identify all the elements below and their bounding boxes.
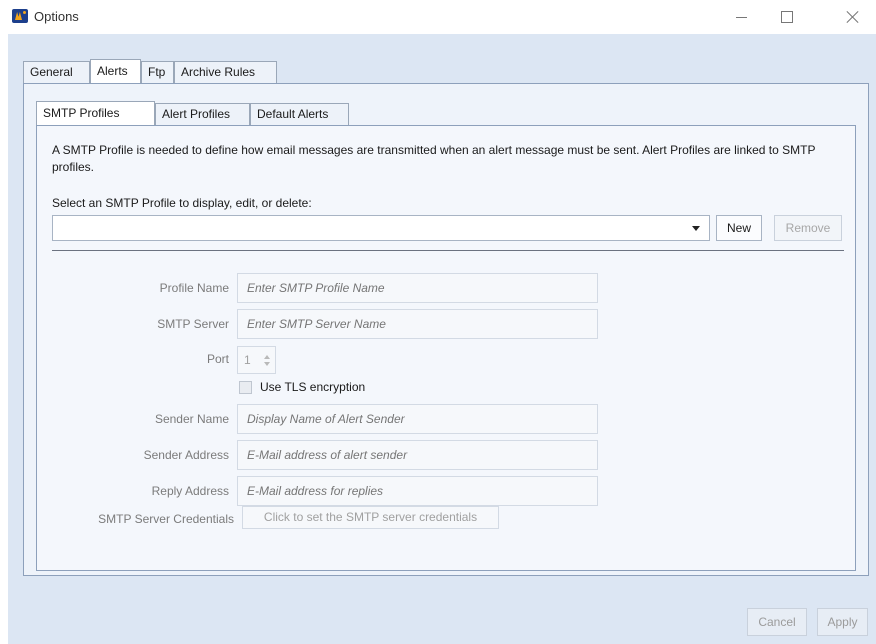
window-title: Options <box>34 9 79 24</box>
smtp-profile-select[interactable] <box>52 215 710 241</box>
tls-checkbox-label[interactable]: Use TLS encryption <box>260 380 365 394</box>
sender-address-label: Sender Address <box>143 448 229 462</box>
close-button[interactable] <box>830 0 876 34</box>
options-dialog-body: General Alerts Ftp Archive Rules SMTP Pr… <box>8 34 876 644</box>
close-icon <box>847 11 859 23</box>
sender-address-input[interactable] <box>237 440 598 470</box>
smtp-credentials-label: SMTP Server Credentials <box>98 512 234 526</box>
smtp-server-label: SMTP Server <box>157 317 229 331</box>
port-label: Port <box>206 352 229 366</box>
smtp-profiles-panel: A SMTP Profile is needed to define how e… <box>36 125 856 571</box>
tab-smtp-profiles[interactable]: SMTP Profiles <box>36 101 155 125</box>
tab-default-alerts[interactable]: Default Alerts <box>250 103 349 125</box>
remove-profile-button[interactable]: Remove <box>774 215 842 241</box>
sender-name-input[interactable] <box>237 404 598 434</box>
tab-ftp[interactable]: Ftp <box>141 61 174 83</box>
alerts-tab-panel: SMTP Profiles Alert Profiles Default Ale… <box>23 83 869 576</box>
chevron-down-icon <box>692 226 700 231</box>
port-value: 1 <box>244 353 251 367</box>
tab-default-alerts-label: Default Alerts <box>257 107 329 121</box>
tab-alerts-label: Alerts <box>97 64 128 78</box>
divider <box>52 250 844 251</box>
minimize-icon <box>735 16 747 18</box>
tls-checkbox[interactable] <box>239 381 252 394</box>
title-bar: Options <box>0 0 876 34</box>
set-credentials-button[interactable]: Click to set the SMTP server credentials <box>242 506 499 529</box>
tab-ftp-label: Ftp <box>148 65 166 79</box>
tab-alert-profiles-label: Alert Profiles <box>162 107 231 121</box>
apply-button[interactable]: Apply <box>817 608 868 636</box>
maximize-button[interactable] <box>764 0 810 34</box>
profile-name-label: Profile Name <box>159 281 229 295</box>
smtp-description: A SMTP Profile is needed to define how e… <box>52 143 816 174</box>
app-logo-icon <box>12 9 28 23</box>
select-profile-label: Select an SMTP Profile to display, edit,… <box>52 196 312 210</box>
tab-archive-rules[interactable]: Archive Rules <box>174 61 277 83</box>
cancel-button[interactable]: Cancel <box>747 608 807 636</box>
minimize-button[interactable] <box>718 0 764 34</box>
tab-general[interactable]: General <box>23 61 90 83</box>
reply-address-label: Reply Address <box>151 484 229 498</box>
maximize-icon <box>781 11 793 23</box>
tab-alerts[interactable]: Alerts <box>90 59 141 83</box>
tab-archive-rules-label: Archive Rules <box>181 65 256 79</box>
tab-smtp-profiles-label: SMTP Profiles <box>43 106 120 120</box>
spin-up-icon[interactable] <box>264 355 270 359</box>
reply-address-input[interactable] <box>237 476 598 506</box>
profile-name-input[interactable] <box>237 273 598 303</box>
tab-general-label: General <box>30 65 73 79</box>
new-profile-button[interactable]: New <box>716 215 762 241</box>
sender-name-label: Sender Name <box>154 412 229 426</box>
smtp-server-input[interactable] <box>237 309 598 339</box>
spin-down-icon[interactable] <box>264 362 270 366</box>
tab-alert-profiles[interactable]: Alert Profiles <box>155 103 250 125</box>
port-stepper[interactable]: 1 <box>237 346 276 374</box>
